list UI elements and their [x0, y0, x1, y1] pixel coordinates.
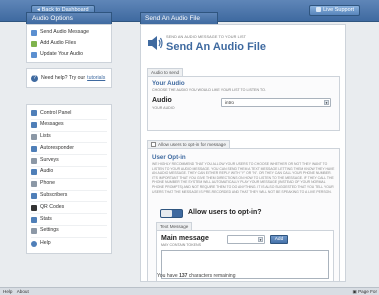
chevron-down-icon: ▾	[258, 237, 263, 242]
sidebar-item-update-your-audio[interactable]: Update Your Audio	[31, 49, 107, 60]
help-panel: ? Need help? Try our tutorials	[26, 68, 112, 88]
token-select[interactable]: ▾	[227, 235, 265, 244]
audio-options-panel: Send Audio Message Add Audio Files Updat…	[26, 24, 112, 63]
page-title: Send An Audio File	[166, 41, 267, 53]
audio-section-caption: CHOOSE THE AUDIO YOU WOULD LIKE YOUR LIS…	[152, 88, 266, 92]
audio-section: Your Audio CHOOSE THE AUDIO YOU WOULD LI…	[147, 76, 340, 131]
nav-item-surveys[interactable]: Surveys	[31, 155, 107, 167]
nav-item-settings[interactable]: Settings	[31, 226, 107, 238]
about-link[interactable]: About	[17, 289, 29, 294]
page-for-button[interactable]: ▣ Page For	[352, 288, 377, 295]
audio-section-heading: Your Audio	[152, 80, 185, 87]
main-content: SEND AN AUDIO MESSAGE TO YOUR LIST Send …	[140, 24, 346, 282]
help-link[interactable]: Help	[3, 289, 12, 294]
audio-icon	[31, 169, 37, 176]
optin-toggle[interactable]	[160, 209, 183, 218]
optin-toggle-label: Allow users to opt-in?	[188, 209, 262, 216]
qr-codes-icon	[31, 204, 37, 211]
update-icon	[31, 51, 37, 58]
nav-item-subscribers[interactable]: Subscribers	[31, 191, 107, 203]
subscribers-icon	[31, 192, 37, 199]
sidebar-item-add-audio-files[interactable]: Add Audio Files	[31, 38, 107, 49]
main-message-sublabel: MAY CONTAIN TOKENS	[161, 243, 202, 247]
audio-field-sublabel: YOUR AUDIO	[152, 106, 175, 110]
add-file-icon	[31, 40, 37, 47]
optin-checkbox[interactable]	[151, 142, 156, 147]
sidebar-title: Audio Options	[26, 12, 112, 24]
optin-heading: User Opt-in	[152, 154, 186, 161]
nav-item-phone[interactable]: Phone	[31, 179, 107, 191]
settings-icon	[31, 228, 37, 235]
characters-remaining: You have 137 characters remaining	[157, 273, 236, 279]
nav-item-audio[interactable]: Audio	[31, 167, 107, 179]
page-subtitle: SEND AN AUDIO MESSAGE TO YOUR LIST	[166, 35, 246, 39]
audio-select[interactable]: intro ▾	[221, 98, 331, 107]
audio-section-tab: Audio to send	[147, 68, 184, 76]
optin-description: WE HIGHLY RECOMMEND THAT YOU ALLOW YOUR …	[152, 162, 335, 194]
phone-icon	[31, 181, 37, 188]
nav-item-help[interactable]: Help	[31, 238, 107, 250]
text-message-tab: Text Message	[156, 222, 193, 230]
sidebar: Audio Options Send Audio Message Add Aud…	[26, 12, 112, 254]
help-text: Need help? Try our	[41, 75, 86, 81]
main-panel: Send An Audio File SEND AN AUDIO MESSAGE…	[140, 12, 346, 282]
page-icon: ▣	[352, 289, 357, 294]
help-icon: ?	[31, 74, 38, 82]
bottom-bar: Help About ▣ Page For	[0, 287, 379, 295]
optin-section-tab[interactable]: Allow users to opt-in for message	[147, 140, 230, 148]
nav-item-messages[interactable]: Messages	[31, 120, 107, 132]
help-icon	[31, 240, 37, 247]
add-token-button[interactable]: Add	[270, 235, 288, 244]
audio-field-label: Audio	[152, 97, 172, 104]
chevron-down-icon: ▾	[324, 100, 329, 105]
main-message-label: Main message	[161, 235, 209, 242]
lists-icon	[31, 133, 37, 140]
tutorials-link[interactable]: tutorials	[87, 72, 105, 84]
toggle-knob	[161, 210, 172, 217]
nav-item-control-panel[interactable]: Control Panel	[31, 108, 107, 120]
surveys-icon	[31, 157, 37, 164]
main-panel-title: Send An Audio File	[140, 12, 218, 24]
nav-item-lists[interactable]: Lists	[31, 132, 107, 144]
send-icon	[31, 29, 37, 36]
nav-item-qr-codes[interactable]: QR Codes	[31, 202, 107, 215]
messages-icon	[31, 122, 37, 129]
main-nav: Control Panel Messages Lists Autorespond…	[26, 104, 112, 254]
nav-item-autoresponder[interactable]: Autoresponder	[31, 143, 107, 156]
sidebar-item-send-audio-message[interactable]: Send Audio Message	[31, 27, 107, 38]
autoresponder-icon	[31, 145, 37, 152]
stats-icon	[31, 216, 37, 223]
nav-item-stats[interactable]: Stats	[31, 214, 107, 226]
optin-section: User Opt-in WE HIGHLY RECOMMEND THAT YOU…	[147, 148, 340, 281]
speaker-icon	[148, 36, 163, 50]
control-panel-icon	[31, 110, 37, 117]
